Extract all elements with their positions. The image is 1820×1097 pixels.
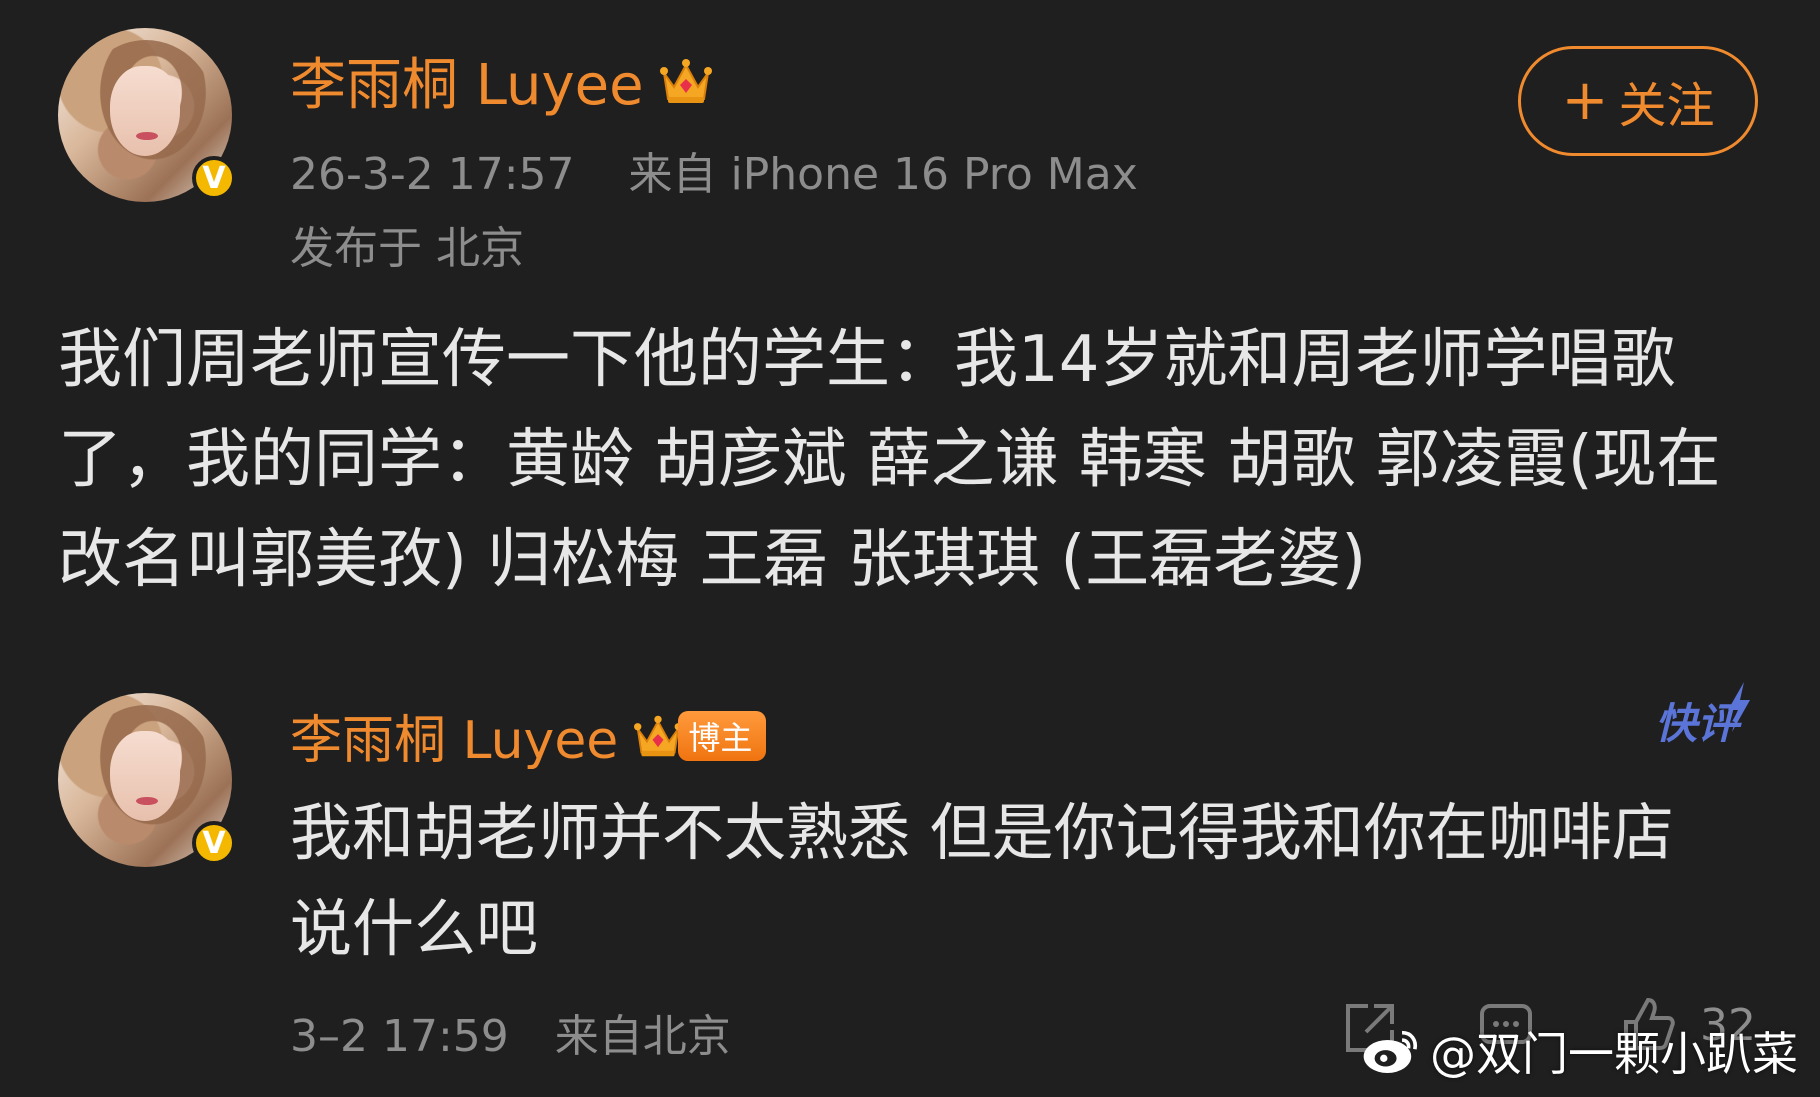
comment-author-name[interactable]: 李雨桐 Luyee: [290, 698, 618, 773]
lightning-icon: [1728, 682, 1750, 732]
comment-time: 3–2 17:59: [290, 1011, 509, 1062]
comment-meta: 3–2 17:59 来自北京: [290, 1000, 731, 1064]
verified-icon: V: [192, 156, 236, 200]
verified-icon: V: [192, 821, 236, 865]
post-author-name[interactable]: 李雨桐 Luyee: [290, 40, 644, 121]
crown-icon: [659, 58, 712, 103]
post-author-row: 李雨桐 Luyee: [290, 40, 714, 121]
crown-icon: [634, 715, 683, 756]
post-body-text: 我们周老师宣传一下他的学生：我14岁就和周老师学唱歌了，我的同学：黄龄 胡彦斌 …: [58, 323, 1721, 597]
follow-label: 关注: [1618, 78, 1715, 134]
comment-text: 我和胡老师并不太熟悉 但是你记得我和你在咖啡店说什么吧: [290, 796, 1674, 965]
blogger-badge: 博主: [678, 710, 767, 761]
post-meta-row: 26-3-2 17:57 来自 iPhone 16 Pro Max: [290, 138, 1138, 202]
follow-button[interactable]: + 关注: [1518, 46, 1758, 156]
post-location: 发布于 北京: [290, 223, 524, 274]
avatar-face: [110, 731, 180, 821]
post-source: 来自 iPhone 16 Pro Max: [628, 149, 1138, 200]
weibo-logo-icon: [1363, 1030, 1418, 1073]
avatar-face: [110, 66, 180, 156]
post-author-avatar[interactable]: V: [58, 28, 236, 202]
post-timestamp: 26-3-2 17:57: [290, 149, 575, 200]
comment-author-row: 李雨桐 Luyee 博主: [290, 698, 767, 773]
avatar-lips: [136, 797, 158, 805]
comment-author-avatar[interactable]: V: [58, 693, 236, 867]
watermark-text: @双门一颗小趴菜: [1430, 1027, 1798, 1081]
comment-location: 来自北京: [554, 1011, 731, 1062]
watermark: @双门一颗小趴菜: [1360, 1018, 1798, 1084]
avatar-lips: [136, 132, 158, 140]
plus-icon: +: [1561, 68, 1609, 133]
